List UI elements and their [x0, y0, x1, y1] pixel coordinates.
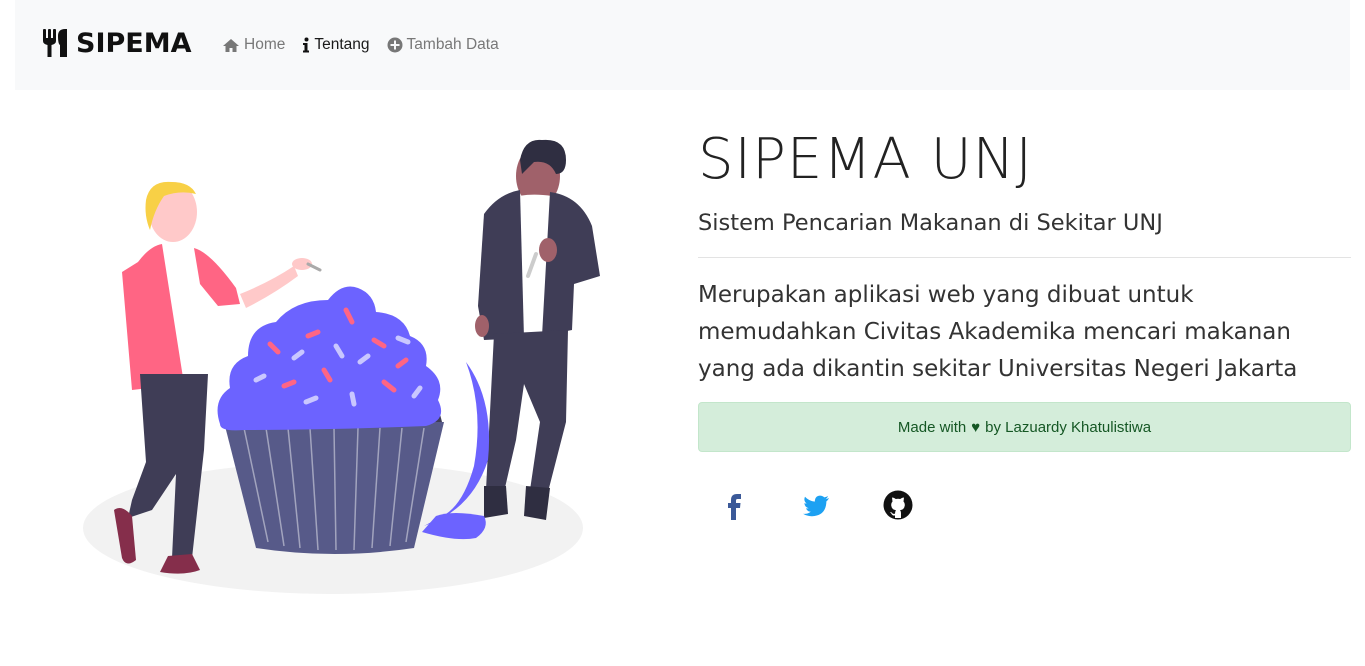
github-link[interactable] — [882, 488, 914, 522]
description-text: Merupakan aplikasi web yang dibuat untuk… — [698, 282, 1298, 382]
divider — [698, 257, 1351, 258]
github-icon — [882, 488, 914, 522]
nav-tentang[interactable]: Tentang — [302, 36, 370, 54]
brand-link[interactable]: SIPEMA — [42, 26, 192, 60]
nav-home[interactable]: Home — [222, 36, 285, 54]
nav-tambah-data-label: Tambah Data — [406, 36, 499, 53]
nav-tentang-label: Tentang — [314, 36, 370, 53]
brand-text: SIPEMA — [76, 27, 192, 59]
home-icon — [222, 38, 240, 53]
facebook-icon — [718, 488, 750, 522]
hero-illustration — [80, 130, 600, 600]
credit-alert: Made with ♥ by Lazuardy Khatulistiwa — [698, 402, 1351, 452]
credit-author: by Lazuardy Khatulistiwa — [985, 418, 1152, 436]
facebook-link[interactable] — [718, 488, 750, 522]
utensils-icon — [42, 28, 68, 58]
credit-prefix: Made with — [897, 418, 967, 436]
page-title: SIPEMA UNJ — [698, 127, 1034, 192]
heart-icon: ♥ — [971, 418, 981, 436]
page-subtitle: Sistem Pencarian Makanan di Sekitar UNJ — [698, 210, 1163, 236]
nav-links: Home Tentang Tambah Data — [222, 36, 499, 54]
nav-home-label: Home — [244, 36, 286, 53]
navbar: SIPEMA Home Tentang Tambah Data — [15, 0, 1350, 90]
twitter-link[interactable] — [800, 488, 832, 522]
twitter-icon — [800, 488, 832, 522]
nav-tambah-data[interactable]: Tambah Data — [387, 36, 499, 54]
info-icon — [302, 37, 310, 53]
main-content: SIPEMA UNJ Sistem Pencarian Makanan di S… — [698, 128, 1351, 388]
social-links — [718, 488, 914, 522]
plus-circle-icon — [387, 37, 403, 53]
